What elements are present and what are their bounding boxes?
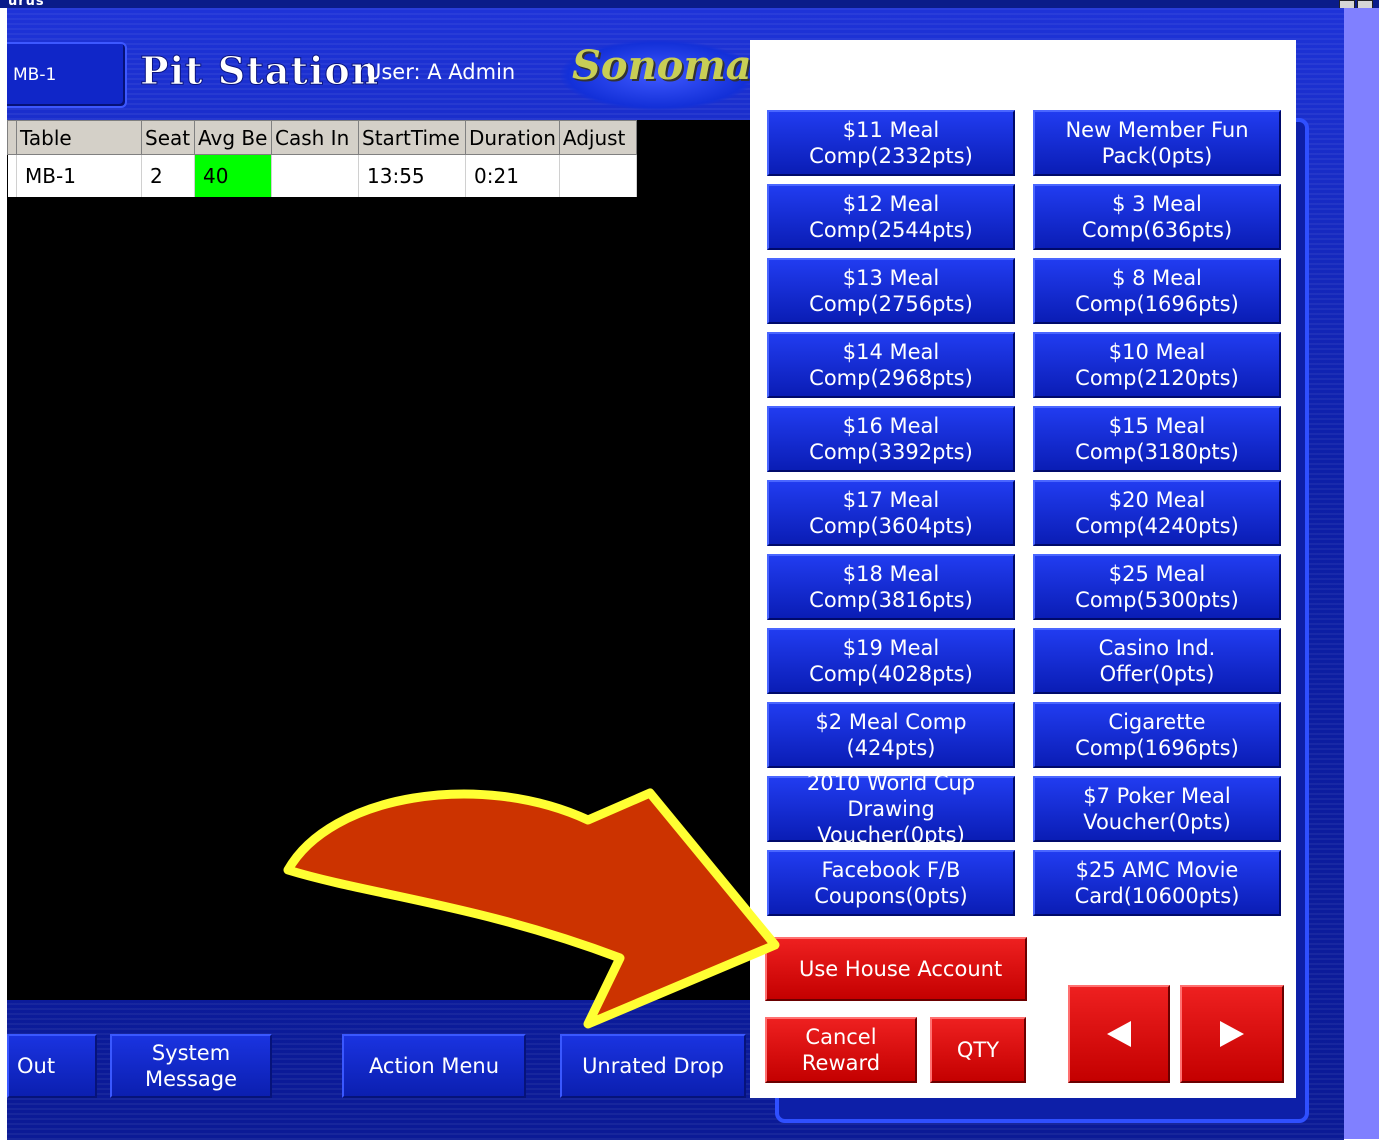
player-grid: Table Seat Avg Be Cash In StartTime Dura… [7, 120, 637, 197]
reward-button[interactable]: $12 Meal Comp(2544pts) [767, 184, 1015, 250]
table-row[interactable]: MB-1 2 40 13:55 0:21 [7, 154, 637, 197]
left-triangle-icon [1107, 1021, 1131, 1047]
cell-cash-in [271, 154, 359, 197]
column-header-adjust[interactable]: Adjust [558, 120, 637, 155]
cell-avg-bet: 40 [194, 154, 272, 197]
reward-button[interactable]: $ 3 Meal Comp(636pts) [1033, 184, 1281, 250]
reward-button[interactable]: New Member Fun Pack(0pts) [1033, 110, 1281, 176]
brand-logo-text: Sonoma [572, 42, 752, 89]
reward-button[interactable]: $17 Meal Comp(3604pts) [767, 480, 1015, 546]
window-title-bar: urus [0, 0, 1379, 9]
user-label: User: A Admin [366, 60, 516, 84]
column-header-avg-bet[interactable]: Avg Be [194, 120, 272, 155]
reward-button[interactable]: $16 Meal Comp(3392pts) [767, 406, 1015, 472]
unrated-drop-button[interactable]: Unrated Drop [560, 1034, 746, 1098]
reward-button[interactable]: Facebook F/B Coupons(0pts) [767, 850, 1015, 916]
clock-out-button[interactable]: Out [7, 1034, 97, 1098]
player-grid-area: Table Seat Avg Be Cash In StartTime Dura… [7, 120, 750, 1000]
reward-button[interactable]: $15 Meal Comp(3180pts) [1033, 406, 1281, 472]
reward-button[interactable]: 2010 World Cup Drawing Voucher(0pts) [767, 771, 1015, 847]
reward-button[interactable]: $14 Meal Comp(2968pts) [767, 332, 1015, 398]
reward-button[interactable]: $19 Meal Comp(4028pts) [767, 628, 1015, 694]
reward-dialog: $11 Meal Comp(2332pts) $12 Meal Comp(2544… [750, 40, 1296, 1098]
reward-button[interactable]: $2 Meal Comp (424pts) [767, 702, 1015, 768]
cell-table: MB-1 [16, 154, 142, 197]
reward-button[interactable]: $20 Meal Comp(4240pts) [1033, 480, 1281, 546]
next-page-button[interactable] [1180, 985, 1284, 1083]
column-header-start-time[interactable]: StartTime [358, 120, 466, 155]
reward-button[interactable]: $25 Meal Comp(5300pts) [1033, 554, 1281, 620]
reward-button[interactable]: $25 AMC Movie Card(10600pts) [1033, 850, 1281, 916]
previous-page-button[interactable] [1068, 985, 1170, 1083]
row-header-cell [7, 120, 17, 155]
reward-button[interactable]: $13 Meal Comp(2756pts) [767, 258, 1015, 324]
system-message-button[interactable]: System Message [110, 1034, 272, 1098]
desktop-edge [1344, 8, 1379, 1139]
column-header-cash-in[interactable]: Cash In [271, 120, 359, 155]
reward-button[interactable]: $18 Meal Comp(3816pts) [767, 554, 1015, 620]
cell-start-time: 13:55 [358, 154, 466, 197]
qty-button[interactable]: QTY [930, 1017, 1026, 1083]
column-header-seat[interactable]: Seat [141, 120, 195, 155]
app-title: Pit Station [139, 48, 380, 94]
cell-seat: 2 [141, 154, 195, 197]
reward-button[interactable]: Casino Ind. Offer(0pts) [1033, 628, 1281, 694]
reward-button[interactable]: Cigarette Comp(1696pts) [1033, 702, 1281, 768]
reward-button[interactable]: $11 Meal Comp(2332pts) [767, 110, 1015, 176]
row-indicator [7, 154, 17, 197]
column-header-duration[interactable]: Duration [465, 120, 560, 155]
reward-button[interactable]: $10 Meal Comp(2120pts) [1033, 332, 1281, 398]
reward-button[interactable]: $ 8 Meal Comp(1696pts) [1033, 258, 1281, 324]
right-triangle-icon [1220, 1021, 1244, 1047]
cell-adjust [559, 154, 637, 197]
table-tab[interactable]: MB-1 [7, 42, 127, 108]
use-house-account-button[interactable]: Use House Account [765, 937, 1027, 1001]
cell-duration: 0:21 [465, 154, 560, 197]
cancel-reward-button[interactable]: Cancel Reward [765, 1017, 917, 1083]
reward-button[interactable]: $7 Poker Meal Voucher(0pts) [1033, 776, 1281, 842]
column-header-table[interactable]: Table [16, 120, 142, 155]
action-menu-button[interactable]: Action Menu [342, 1034, 526, 1098]
